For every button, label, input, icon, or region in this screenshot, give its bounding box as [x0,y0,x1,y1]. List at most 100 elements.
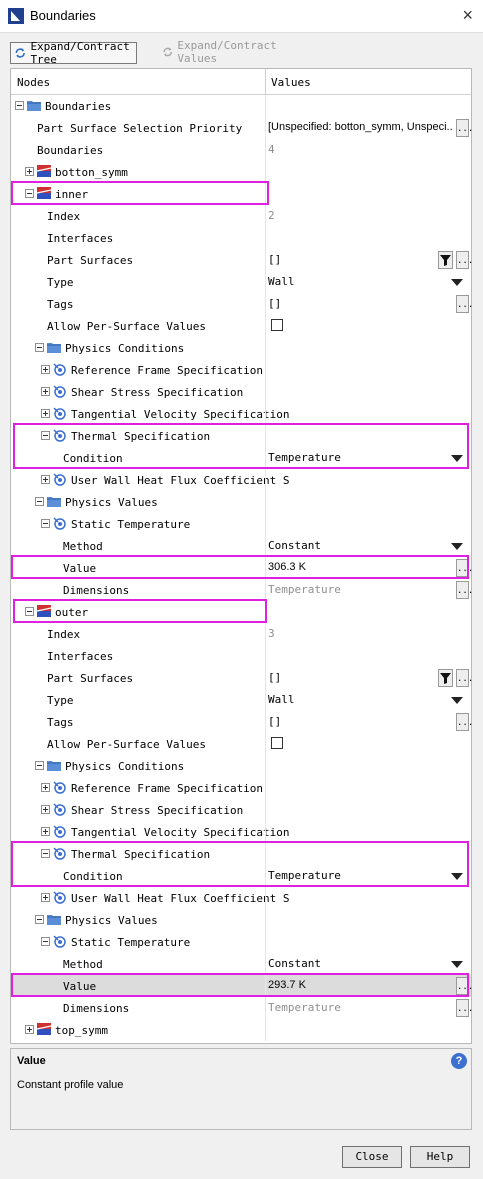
node-value[interactable]: Temperature [268,869,341,882]
tree-row-type[interactable]: Type Wall [11,271,471,293]
expand-icon[interactable] [41,827,50,836]
ellipsis-button[interactable]: ... [456,669,473,687]
collapse-icon[interactable] [35,915,44,924]
tree-row-user-wall-heat-flux-coefficient-s[interactable]: User Wall Heat Flux Coefficient S [11,887,471,909]
node-value[interactable]: 293.7 K [268,979,306,991]
tree-row-method[interactable]: Method Constant [11,535,471,557]
tree-row-physics-conditions[interactable]: Physics Conditions [11,755,471,777]
filter-icon[interactable] [438,251,453,269]
tree-row-dimensions[interactable]: Dimensions Temperature... [11,997,473,1019]
ellipsis-button[interactable]: ... [456,713,473,731]
ellipsis-button[interactable]: ... [456,559,473,577]
node-value[interactable]: [] [268,715,281,728]
ellipsis-button[interactable]: ... [456,581,473,599]
collapse-icon[interactable] [41,937,50,946]
tree-row-reference-frame-specification[interactable]: Reference Frame Specification [11,777,471,799]
expand-icon[interactable] [41,365,50,374]
node-value[interactable]: 306.3 K [268,561,306,573]
ellipsis-button[interactable]: ... [456,999,473,1017]
ellipsis-button[interactable]: ... [456,119,473,137]
node-value[interactable]: Temperature [268,1001,341,1014]
node-value[interactable]: Wall [268,693,295,706]
ellipsis-button[interactable]: ... [456,251,473,269]
nodes-column-header[interactable]: Nodes [17,76,50,89]
tree-row-allow-per-surface-values[interactable]: Allow Per-Surface Values [11,733,471,755]
expand-icon[interactable] [41,893,50,902]
expand-icon[interactable] [25,167,34,176]
tree-row-tags[interactable]: Tags []... [11,293,473,315]
tree-row-physics-values[interactable]: Physics Values [11,909,471,931]
tree-row-tangential-velocity-specification[interactable]: Tangential Velocity Specification [11,403,471,425]
dropdown-arrow-icon[interactable] [451,697,463,704]
tree-row-thermal-specification[interactable]: Thermal Specification [11,843,471,865]
close-button[interactable]: Close [342,1146,402,1168]
tree-row-reference-frame-specification[interactable]: Reference Frame Specification [11,359,471,381]
allow-per-surface-checkbox[interactable] [271,737,283,749]
tree-row-interfaces[interactable]: Interfaces [11,227,471,249]
collapse-icon[interactable] [25,607,34,616]
tree-row-part-surfaces[interactable]: Part Surfaces []... [11,667,473,689]
expand-contract-values-button[interactable]: Expand/Contract Values [162,39,281,65]
dropdown-arrow-icon[interactable] [451,961,463,968]
allow-per-surface-checkbox[interactable] [271,319,283,331]
tree-row-index[interactable]: Index 2 [11,205,471,227]
node-value[interactable]: [Unspecified: botton_symm, Unspeci... [268,121,453,133]
expand-icon[interactable] [41,409,50,418]
column-divider[interactable] [265,69,266,94]
collapse-icon[interactable] [41,849,50,858]
dropdown-arrow-icon[interactable] [451,543,463,550]
expand-icon[interactable] [25,1025,34,1034]
tree-row-condition[interactable]: Condition Temperature [11,447,471,469]
tree-row-index[interactable]: Index 3 [11,623,471,645]
dropdown-arrow-icon[interactable] [451,873,463,880]
expand-icon[interactable] [41,387,50,396]
expand-icon[interactable] [41,805,50,814]
expand-icon[interactable] [41,475,50,484]
collapse-icon[interactable] [41,519,50,528]
node-value[interactable]: Constant [268,957,321,970]
tree-row-outer[interactable]: outer [11,601,471,623]
tree-row-tags[interactable]: Tags []... [11,711,473,733]
node-value[interactable]: Wall [268,275,295,288]
node-value[interactable]: Temperature [268,583,341,596]
values-column-header[interactable]: Values [271,76,311,89]
expand-icon[interactable] [41,783,50,792]
tree-row-boundaries[interactable]: Boundaries [11,95,471,117]
collapse-icon[interactable] [35,761,44,770]
tree-row-physics-conditions[interactable]: Physics Conditions [11,337,471,359]
node-value[interactable]: Constant [268,539,321,552]
collapse-icon[interactable] [25,189,34,198]
tree-row-dimensions[interactable]: Dimensions Temperature... [11,579,473,601]
tree-row-condition[interactable]: Condition Temperature [11,865,471,887]
tree-row-top-symm[interactable]: top_symm [11,1019,471,1041]
tree-row-allow-per-surface-values[interactable]: Allow Per-Surface Values [11,315,471,337]
ellipsis-button[interactable]: ... [456,977,473,995]
tree-row-part-surface-selection-priority[interactable]: Part Surface Selection Priority [Unspecif… [11,117,473,139]
tree-row-botton-symm[interactable]: botton_symm [11,161,471,183]
help-button[interactable]: Help [410,1146,470,1168]
tree-row-physics-values[interactable]: Physics Values [11,491,471,513]
close-icon[interactable]: × [462,5,473,26]
tree-row-part-surfaces[interactable]: Part Surfaces []... [11,249,473,271]
tree-row-inner[interactable]: inner [11,183,471,205]
tree-row-interfaces[interactable]: Interfaces [11,645,471,667]
tree-row-shear-stress-specification[interactable]: Shear Stress Specification [11,799,471,821]
tree-row-user-wall-heat-flux-coefficient-s[interactable]: User Wall Heat Flux Coefficient S [11,469,471,491]
collapse-icon[interactable] [35,497,44,506]
tree-row-thermal-specification[interactable]: Thermal Specification [11,425,471,447]
node-value[interactable]: [] [268,671,281,684]
dropdown-arrow-icon[interactable] [451,455,463,462]
dropdown-arrow-icon[interactable] [451,279,463,286]
tree-row-method[interactable]: Method Constant [11,953,471,975]
collapse-icon[interactable] [15,101,24,110]
tree-row-static-temperature[interactable]: Static Temperature [11,513,471,535]
tree-row-type[interactable]: Type Wall [11,689,471,711]
help-icon[interactable]: ? [451,1053,467,1069]
tree-row-value[interactable]: Value 293.7 K... [11,975,473,997]
tree-row-static-temperature[interactable]: Static Temperature [11,931,471,953]
tree-row-value[interactable]: Value 306.3 K... [11,557,473,579]
filter-icon[interactable] [438,669,453,687]
tree-row-shear-stress-specification[interactable]: Shear Stress Specification [11,381,471,403]
tree-row-boundaries[interactable]: Boundaries 4 [11,139,471,161]
tree-row-tangential-velocity-specification[interactable]: Tangential Velocity Specification [11,821,471,843]
